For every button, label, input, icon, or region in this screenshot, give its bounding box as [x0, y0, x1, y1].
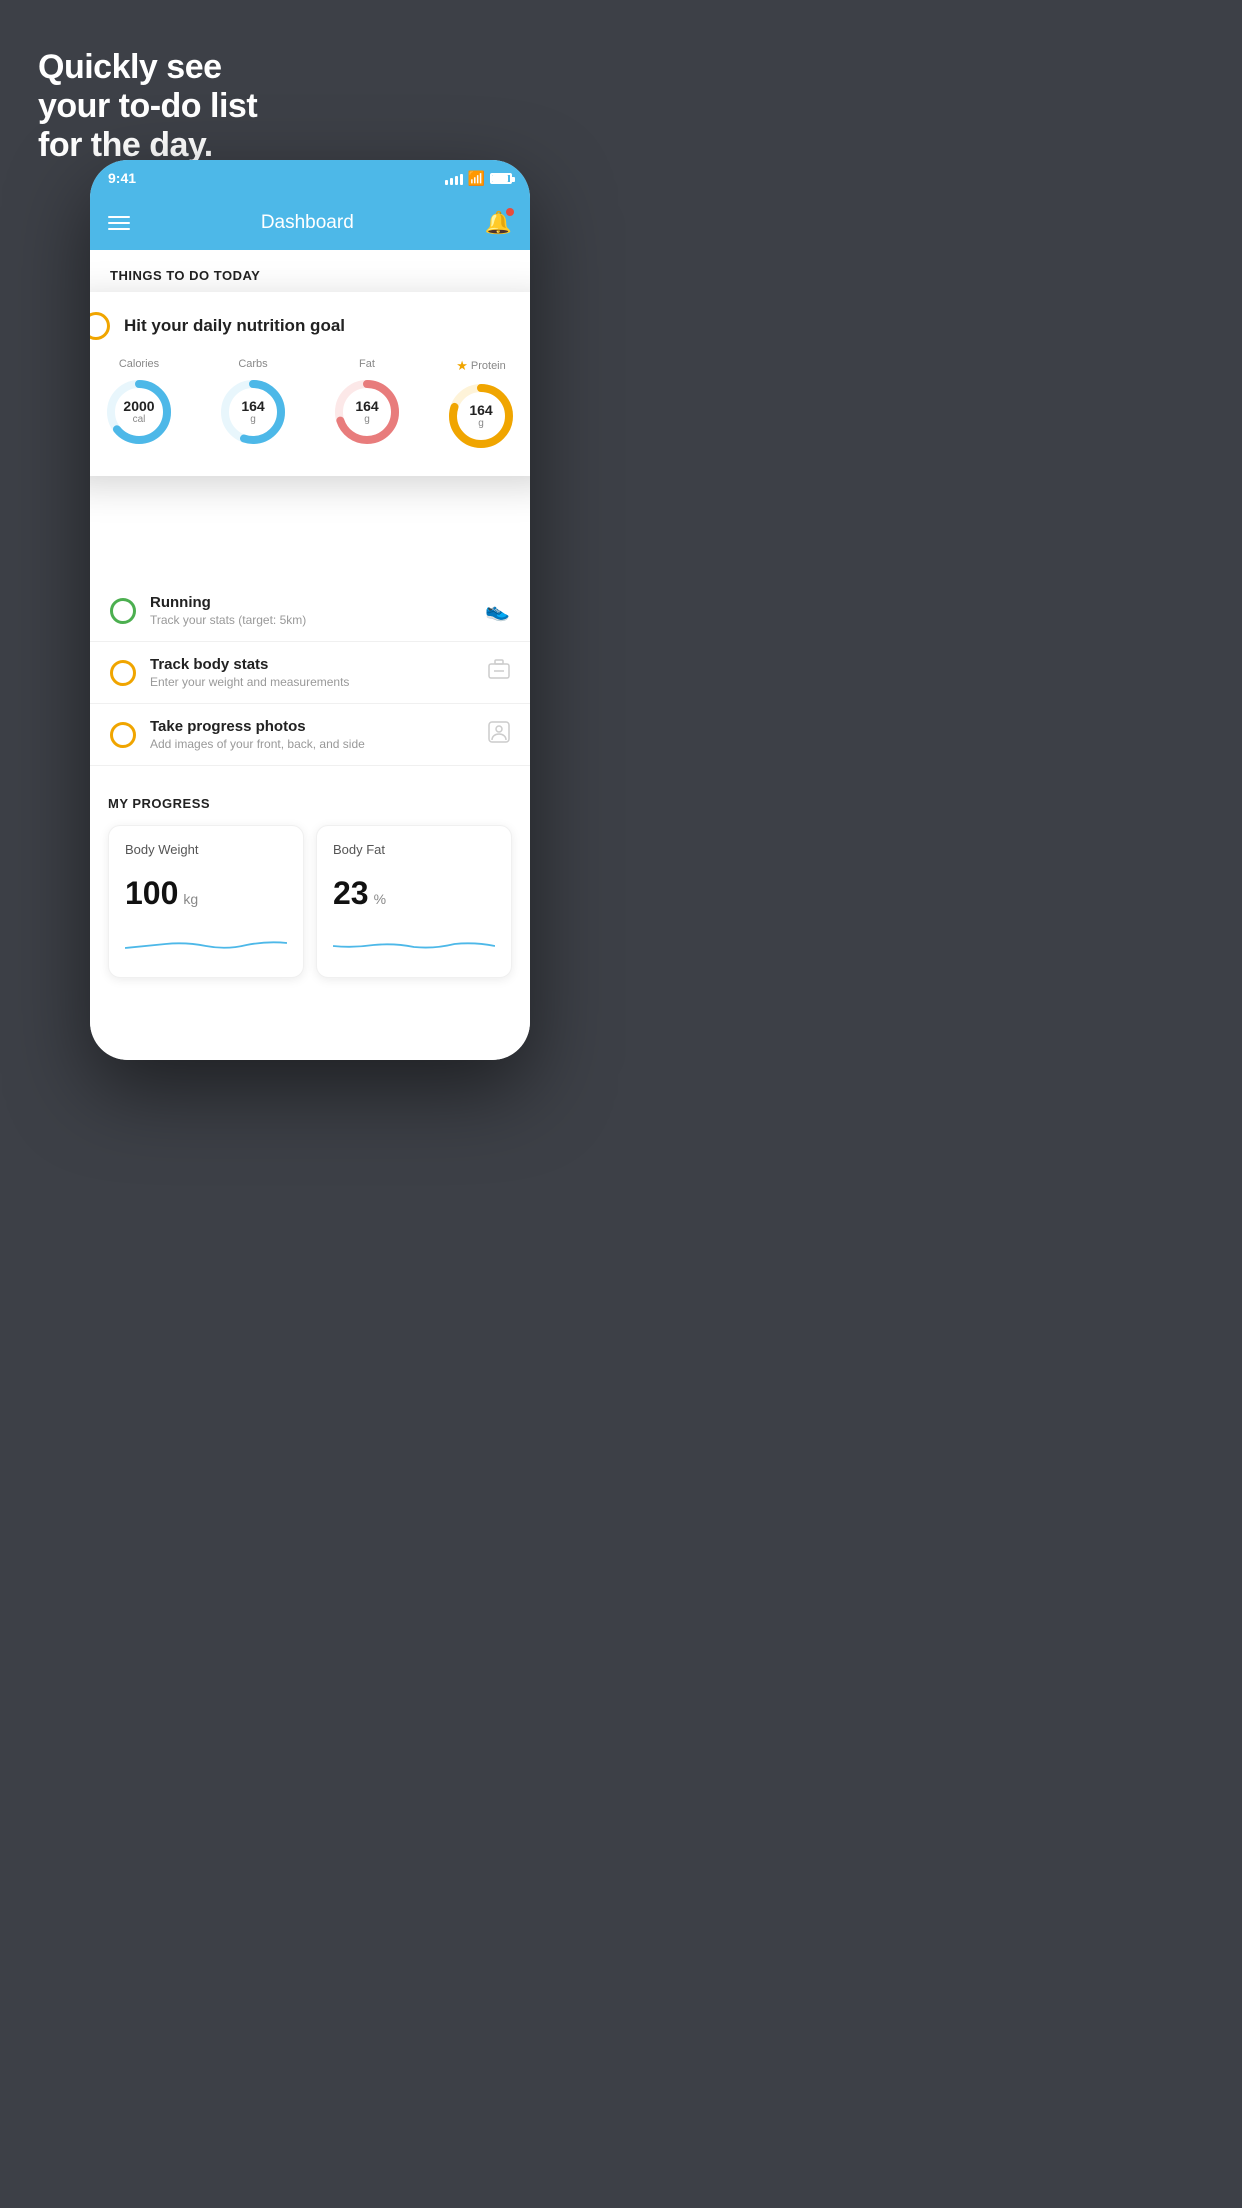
todo-item-photos[interactable]: Take progress photos Add images of your …: [90, 704, 530, 766]
scale-icon: [488, 659, 510, 687]
headline-line1: Quickly see: [38, 48, 257, 87]
body-weight-value: 100: [125, 875, 178, 912]
status-icons: 📶: [445, 170, 512, 187]
progress-cards: Body Weight 100 kg Body Fat 23 %: [108, 825, 512, 978]
nutrition-card-title: Hit your daily nutrition goal: [124, 316, 345, 336]
phone-content: THINGS TO DO TODAY Hit your daily nutrit…: [90, 250, 530, 1060]
body-fat-value: 23: [333, 875, 369, 912]
status-bar: 9:41 📶: [90, 160, 530, 196]
body-fat-value-row: 23 %: [333, 875, 495, 912]
carbs-label: Carbs: [238, 358, 267, 370]
progress-header: MY PROGRESS: [108, 796, 512, 811]
todo-title-photos: Take progress photos: [150, 718, 474, 735]
nutrition-fat: Fat 164 g: [331, 358, 403, 452]
fat-unit: g: [355, 414, 378, 425]
nutrition-card: Hit your daily nutrition goal Calories 2…: [90, 292, 530, 476]
body-fat-title: Body Fat: [333, 842, 495, 857]
todo-sub-running: Track your stats (target: 5km): [150, 613, 471, 627]
calories-value: 2000: [123, 399, 154, 414]
todo-circle-body-stats: [110, 660, 136, 686]
calories-unit: cal: [123, 414, 154, 425]
notification-button[interactable]: 🔔: [485, 210, 512, 236]
todo-text-body-stats: Track body stats Enter your weight and m…: [150, 656, 474, 689]
calories-donut: 2000 cal: [103, 376, 175, 448]
nutrition-check-circle[interactable]: [90, 312, 110, 340]
headline: Quickly see your to-do list for the day.: [38, 48, 257, 165]
todo-text-running: Running Track your stats (target: 5km): [150, 594, 471, 627]
phone-shell: 9:41 📶 Dashboard 🔔 THINGS TO DO TOD: [90, 160, 530, 1060]
carbs-unit: g: [241, 414, 264, 425]
body-fat-card: Body Fat 23 %: [316, 825, 512, 978]
menu-button[interactable]: [108, 216, 130, 230]
fat-value: 164: [355, 399, 378, 414]
fat-label: Fat: [359, 358, 375, 370]
nutrition-card-title-row: Hit your daily nutrition goal: [90, 312, 530, 340]
todo-sub-photos: Add images of your front, back, and side: [150, 737, 474, 751]
fat-donut: 164 g: [331, 376, 403, 448]
todo-circle-running: [110, 598, 136, 624]
body-fat-sparkline: [333, 926, 495, 956]
status-time: 9:41: [108, 170, 136, 186]
headline-line2: your to-do list: [38, 87, 257, 126]
protein-donut: 164 g: [445, 380, 517, 452]
nutrition-carbs: Carbs 164 g: [217, 358, 289, 452]
todo-title-running: Running: [150, 594, 471, 611]
body-fat-unit: %: [374, 891, 386, 907]
todo-circle-photos: [110, 722, 136, 748]
notification-dot: [506, 208, 514, 216]
carbs-value: 164: [241, 399, 264, 414]
progress-section: MY PROGRESS Body Weight 100 kg Body Fat: [90, 780, 530, 994]
nav-title: Dashboard: [261, 212, 354, 234]
person-icon: [488, 721, 510, 749]
todo-text-photos: Take progress photos Add images of your …: [150, 718, 474, 751]
star-icon: ★: [456, 358, 468, 374]
body-weight-unit: kg: [183, 891, 198, 907]
todo-list: Running Track your stats (target: 5km) 👟…: [90, 580, 530, 766]
battery-icon: [490, 173, 512, 184]
nutrition-row: Calories 2000 cal Carbs: [90, 358, 530, 452]
protein-label: ★ Protein: [456, 358, 506, 374]
carbs-donut: 164 g: [217, 376, 289, 448]
todo-item-running[interactable]: Running Track your stats (target: 5km) 👟: [90, 580, 530, 642]
body-weight-value-row: 100 kg: [125, 875, 287, 912]
signal-icon: [445, 171, 463, 185]
nav-bar: Dashboard 🔔: [90, 196, 530, 250]
body-weight-title: Body Weight: [125, 842, 287, 857]
todo-title-body-stats: Track body stats: [150, 656, 474, 673]
protein-unit: g: [469, 418, 492, 429]
body-weight-sparkline: [125, 926, 287, 956]
things-to-do-header: THINGS TO DO TODAY: [90, 250, 530, 291]
nutrition-calories: Calories 2000 cal: [103, 358, 175, 452]
todo-item-body-stats[interactable]: Track body stats Enter your weight and m…: [90, 642, 530, 704]
calories-label: Calories: [119, 358, 159, 370]
body-weight-card: Body Weight 100 kg: [108, 825, 304, 978]
nutrition-protein: ★ Protein 164 g: [445, 358, 517, 452]
shoe-icon: 👟: [485, 598, 510, 623]
protein-value: 164: [469, 403, 492, 418]
todo-sub-body-stats: Enter your weight and measurements: [150, 675, 474, 689]
wifi-icon: 📶: [468, 170, 485, 187]
